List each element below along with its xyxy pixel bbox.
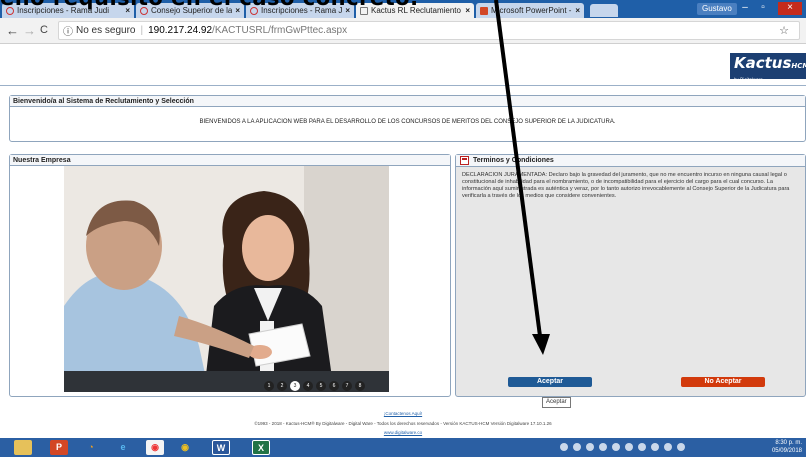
url-path: /KACTUSRL/frmGwPttec.aspx	[212, 25, 348, 36]
kactus-logo: KactusHCM by Digitalware	[730, 53, 806, 82]
contact-link[interactable]: ¡Contactenos Aquí!	[384, 411, 422, 416]
terms-panel: Terminos y Condiciones DECLARACION JURAM…	[455, 154, 806, 397]
accept-tooltip: Aceptar	[542, 397, 571, 408]
back-icon[interactable]: ←	[6, 23, 19, 38]
page-header: KactusHCM by Digitalware	[0, 46, 806, 86]
tab-label: Microsoft PowerPoint -	[491, 6, 572, 15]
maximize-button[interactable]: ▫	[756, 2, 770, 15]
company-panel: Nuestra Empresa 1 2 3 4 5 6 7 8	[9, 154, 451, 397]
accept-button[interactable]: Aceptar	[508, 377, 592, 387]
welcome-message: BIENVENIDOS A LA APLICACION WEB PARA EL …	[199, 119, 616, 125]
logo-tagline: by Digitalware	[734, 77, 763, 82]
minimize-button[interactable]: –	[738, 2, 752, 15]
tray-icon[interactable]	[599, 443, 607, 451]
browser-toolbar: ← → C ⓘ No es seguro | 190.217.24.92 /KA…	[0, 18, 806, 44]
carousel-dot-active[interactable]: 3	[290, 381, 300, 391]
word-icon[interactable]: W	[212, 440, 230, 455]
pdf-icon[interactable]	[460, 156, 469, 165]
terms-header: Terminos y Condiciones	[456, 155, 805, 167]
tray-icon[interactable]	[560, 443, 568, 451]
ie-icon[interactable]: e	[114, 440, 132, 455]
chrome-canary-icon[interactable]: ◉	[176, 440, 194, 455]
terms-title: Terminos y Condiciones	[473, 156, 554, 164]
tray-icon[interactable]	[586, 443, 594, 451]
tray-icon[interactable]	[625, 443, 633, 451]
powerpoint-icon	[480, 6, 488, 15]
tray-icon[interactable]	[573, 443, 581, 451]
url-host: 190.217.24.92	[148, 25, 213, 36]
tray-icon[interactable]	[612, 443, 620, 451]
firefox-icon[interactable]: ◔	[82, 440, 100, 455]
decline-button[interactable]: No Aceptar	[681, 377, 765, 387]
company-title: Nuestra Empresa	[10, 155, 450, 166]
user-profile-badge[interactable]: Gustavo	[697, 3, 737, 15]
footer-contact[interactable]: ¡Contactenos Aquí!	[0, 411, 806, 416]
welcome-title: Bienvenido/a al Sistema de Reclutamiento…	[10, 96, 805, 107]
tray-icon[interactable]	[677, 443, 685, 451]
footer-copyright: ©1993 - 2018 - Kactus-HCM® By Digitalwar…	[254, 421, 552, 426]
carousel-dot[interactable]: 5	[316, 381, 326, 391]
footer-site: www.digitalware.co	[0, 430, 806, 435]
reload-icon[interactable]: C	[40, 24, 48, 36]
terms-text: DECLARACION JURAMENTADA: Declaro bajo la…	[462, 172, 790, 199]
interview-photo	[64, 166, 389, 392]
new-tab-button[interactable]	[590, 4, 618, 17]
clock-time: 8:30 p. m.	[775, 440, 802, 446]
company-carousel[interactable]: 1 2 3 4 5 6 7 8	[64, 166, 389, 392]
taskbar-clock[interactable]: 8:30 p. m. 05/09/2018	[772, 439, 802, 455]
carousel-dot[interactable]: 6	[329, 381, 339, 391]
site-link[interactable]: www.digitalware.co	[384, 430, 422, 435]
network-icon[interactable]	[638, 443, 646, 451]
url-separator: |	[140, 25, 144, 36]
tab-powerpoint[interactable]: Microsoft PowerPoint - ×	[476, 3, 584, 18]
forward-icon[interactable]: →	[23, 23, 36, 38]
carousel-dot[interactable]: 2	[277, 381, 287, 391]
powerpoint-icon[interactable]: P	[50, 440, 68, 455]
windows-taskbar: P ◔ e ◉ ◉ W X 8:30 p. m. 05/09/2018	[0, 438, 806, 457]
carousel-dot[interactable]: 8	[355, 381, 365, 391]
tab-close-icon[interactable]: ×	[575, 6, 580, 15]
tray-icon[interactable]	[664, 443, 672, 451]
volume-icon[interactable]	[651, 443, 659, 451]
bookmark-star-icon[interactable]: ☆	[779, 24, 789, 37]
chrome-icon[interactable]: ◉	[146, 440, 164, 455]
slide-caption: ello requisito en el caso concreto.	[0, 0, 419, 10]
logo-suffix: HCM	[791, 62, 806, 70]
welcome-panel: Bienvenido/a al Sistema de Reclutamiento…	[9, 95, 806, 142]
carousel-pager: 1 2 3 4 5 6 7 8	[264, 381, 365, 391]
clock-date: 05/09/2018	[771, 448, 802, 454]
address-bar[interactable]: ⓘ No es seguro | 190.217.24.92 /KACTUSRL…	[58, 21, 800, 40]
close-window-button[interactable]: ×	[778, 2, 802, 15]
explorer-icon[interactable]	[14, 440, 32, 455]
system-tray	[560, 443, 685, 451]
excel-icon[interactable]: X	[252, 440, 270, 455]
info-icon[interactable]: ⓘ	[63, 23, 73, 38]
security-label: No es seguro	[76, 25, 136, 36]
carousel-dot[interactable]: 7	[342, 381, 352, 391]
tab-close-icon[interactable]: ×	[465, 6, 470, 15]
carousel-dot[interactable]: 4	[303, 381, 313, 391]
carousel-dot[interactable]: 1	[264, 381, 274, 391]
